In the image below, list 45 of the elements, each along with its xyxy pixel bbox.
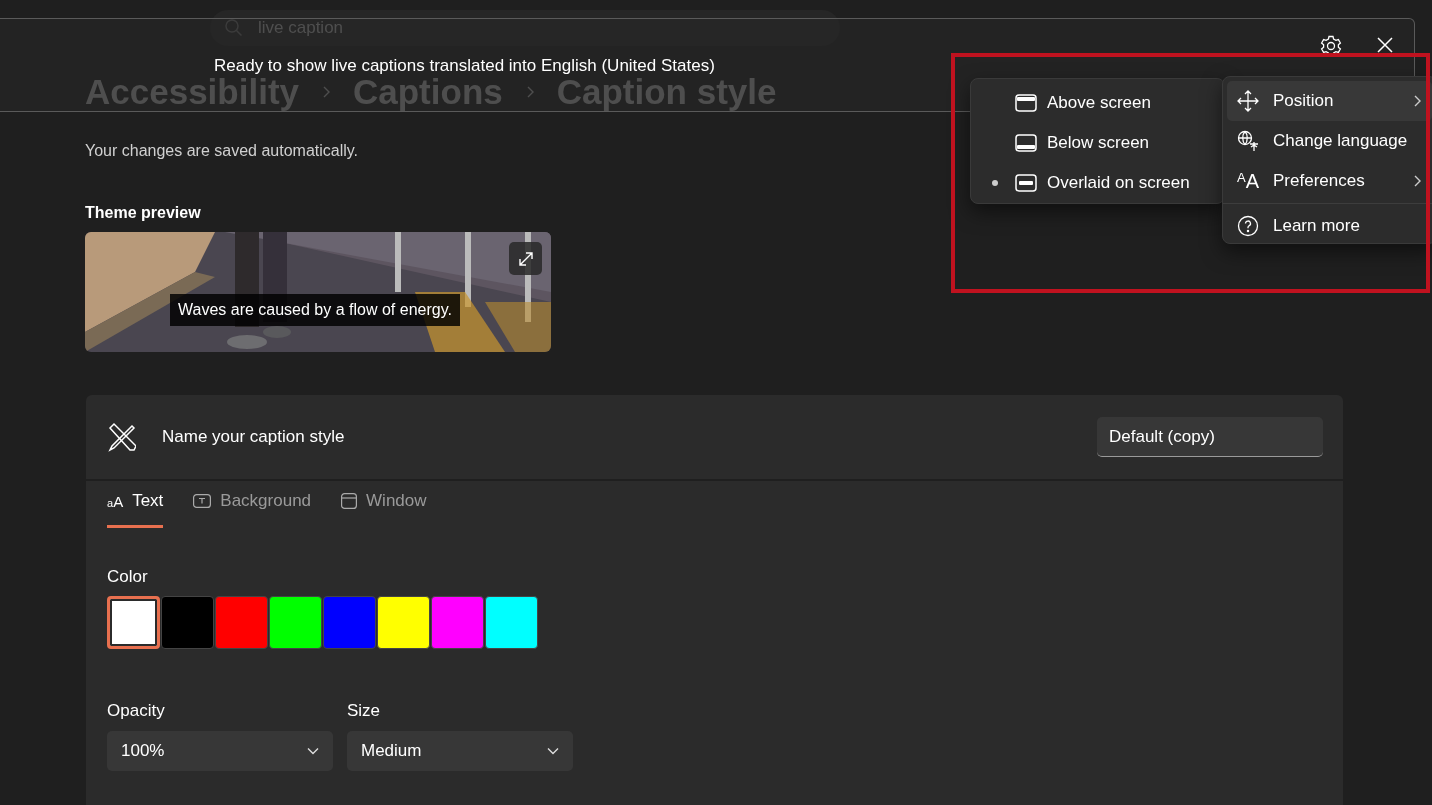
menu-item[interactable]: Change language (1227, 121, 1432, 161)
search-icon (224, 18, 244, 38)
move-arrows-icon (1237, 90, 1259, 112)
window-icon (341, 493, 358, 509)
menu-item[interactable]: Above screen (975, 83, 1220, 123)
chevron-down-icon (307, 747, 319, 755)
field-label: Name your caption style (162, 427, 346, 447)
caption-status-text: Ready to show live captions translated into English (United States) (214, 56, 715, 76)
color-swatch[interactable] (485, 596, 538, 649)
color-swatch[interactable] (215, 596, 268, 649)
text-box-icon (193, 494, 212, 508)
globe-icon (1237, 130, 1259, 152)
field-label: Color (107, 567, 149, 587)
tab[interactable]: Background (193, 491, 312, 528)
tab[interactable]: Window (341, 491, 427, 528)
color-swatch[interactable] (377, 596, 430, 649)
font-icon: aA (107, 492, 124, 510)
color-swatch[interactable] (431, 596, 484, 649)
menu-item[interactable]: Below screen (975, 123, 1220, 163)
color-swatch[interactable] (323, 596, 376, 649)
color-swatch[interactable] (161, 596, 214, 649)
field-label: Opacity (107, 701, 166, 721)
name-field[interactable]: Default (copy) (1097, 417, 1323, 457)
expand-button[interactable] (509, 242, 542, 275)
chevron-right-icon (321, 85, 331, 99)
pen-ruler-icon (106, 422, 136, 452)
menu-item[interactable]: Overlaid on screen (975, 163, 1220, 203)
section-heading: Theme preview (85, 204, 202, 222)
tab[interactable]: aA Text (107, 491, 164, 528)
field-label: Size (347, 701, 382, 721)
screen-above-icon (1015, 94, 1037, 112)
color-swatch[interactable] (269, 596, 322, 649)
chevron-down-icon (547, 747, 559, 755)
expand-icon (517, 250, 534, 267)
size-dropdown[interactable]: Medium (347, 731, 573, 771)
close-icon[interactable] (1376, 36, 1394, 54)
menu-item[interactable]: Position (1227, 81, 1432, 121)
color-swatch[interactable] (107, 596, 160, 649)
menu-item[interactable]: Learn more (1227, 206, 1432, 246)
screen-overlaid-icon (1015, 174, 1037, 192)
info-text: Your changes are saved automatically. (85, 142, 359, 160)
opacity-dropdown[interactable]: 100% (107, 731, 333, 771)
screen-below-icon (1015, 134, 1037, 152)
caption-text: Waves are caused by a flow of energy. (170, 294, 460, 326)
help-icon (1237, 215, 1259, 237)
